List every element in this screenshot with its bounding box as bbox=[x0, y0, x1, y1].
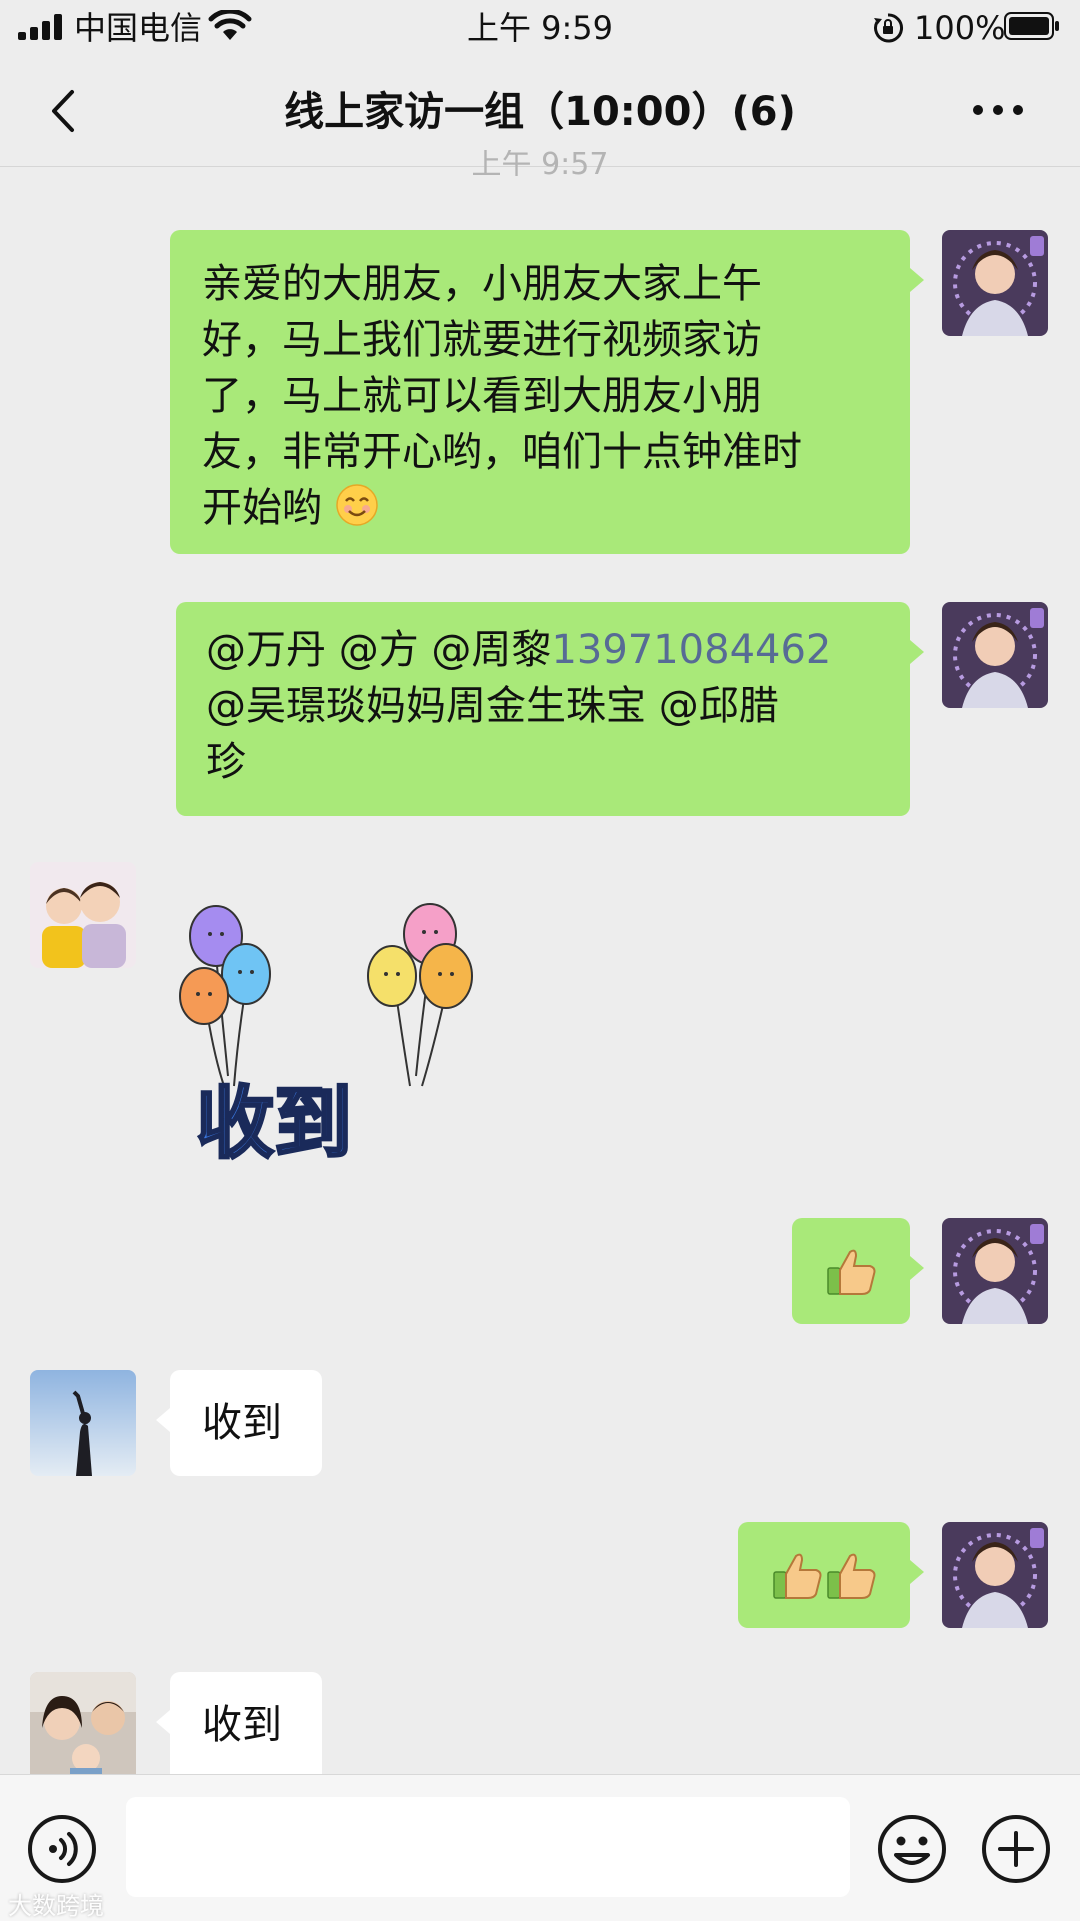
avatar-image bbox=[942, 1218, 1048, 1324]
message-text: 收到 bbox=[202, 1400, 282, 1446]
message-bubble[interactable] bbox=[738, 1522, 924, 1628]
avatar[interactable] bbox=[942, 230, 1048, 336]
message-line: 了，马上就可以看到大朋友小朋 bbox=[202, 373, 762, 419]
emoji-icon[interactable] bbox=[876, 1813, 948, 1885]
sticker-label: 收到 bbox=[196, 1079, 352, 1168]
battery-percent: 100% bbox=[914, 9, 1006, 47]
message-bubble[interactable]: @万丹 @方 @周黎13971084462 @吴璟琰妈妈周金生珠宝 @邱腊 珍 bbox=[176, 602, 924, 816]
time-divider: 上午 9:57 bbox=[471, 150, 609, 176]
avatar[interactable] bbox=[942, 1218, 1048, 1324]
thumbs-up-emoji-icon bbox=[773, 1553, 822, 1599]
message-bubble[interactable]: 亲爱的大朋友，小朋友大家上午 好，马上我们就要进行视频家访 了，马上就可以看到大… bbox=[170, 230, 924, 554]
avatar-image bbox=[30, 1370, 136, 1476]
voice-input-icon[interactable] bbox=[26, 1813, 98, 1885]
phone-number-link[interactable]: 13971084462 bbox=[551, 627, 831, 673]
plus-icon[interactable] bbox=[980, 1813, 1052, 1885]
chat-title: 线上家访一组（10:00）(6) bbox=[284, 89, 796, 135]
avatar-image bbox=[942, 602, 1048, 708]
battery-icon bbox=[1004, 12, 1059, 40]
avatar[interactable] bbox=[942, 1522, 1048, 1628]
message-line: 友，非常开心哟，咱们十点钟准时 bbox=[202, 429, 802, 475]
message-bubble[interactable] bbox=[792, 1218, 924, 1324]
message-line: 开始哟 bbox=[202, 485, 322, 531]
avatar-image bbox=[30, 1672, 136, 1774]
avatar-image bbox=[30, 862, 136, 968]
watermark-label: 大数跨境 bbox=[8, 1892, 104, 1920]
status-bar: 中国电信 上午 9:59 100% bbox=[0, 0, 1080, 56]
message-line: 好，马上我们就要进行视频家访 bbox=[202, 317, 762, 363]
message-bubble[interactable]: 收到 bbox=[156, 1672, 322, 1774]
balloons-sticker[interactable]: 收到 bbox=[176, 896, 482, 1168]
thumbs-up-emoji-icon bbox=[827, 1249, 876, 1295]
orientation-lock-icon bbox=[874, 13, 904, 43]
avatar[interactable] bbox=[30, 862, 136, 968]
avatar[interactable] bbox=[30, 1672, 136, 1774]
avatar[interactable] bbox=[942, 602, 1048, 708]
avatar-image bbox=[942, 1522, 1048, 1628]
more-options-icon[interactable] bbox=[970, 100, 1026, 120]
thumbs-up-emoji-icon bbox=[827, 1553, 876, 1599]
message-input[interactable] bbox=[126, 1797, 850, 1897]
avatar-image bbox=[942, 230, 1048, 336]
avatar[interactable] bbox=[30, 1370, 136, 1476]
mention-text: @万丹 @方 @周黎 bbox=[206, 627, 552, 673]
message-bubble[interactable]: 收到 bbox=[156, 1370, 322, 1476]
message-line: 亲爱的大朋友，小朋友大家上午 bbox=[202, 261, 762, 307]
message-text: 收到 bbox=[202, 1702, 282, 1748]
back-icon[interactable] bbox=[44, 86, 84, 136]
smile-emoji-icon bbox=[335, 484, 378, 526]
input-bar bbox=[0, 1774, 1080, 1921]
mention-text: 珍 bbox=[206, 739, 246, 785]
mention-text: @吴璟琰妈妈周金生珠宝 @邱腊 bbox=[206, 683, 779, 729]
